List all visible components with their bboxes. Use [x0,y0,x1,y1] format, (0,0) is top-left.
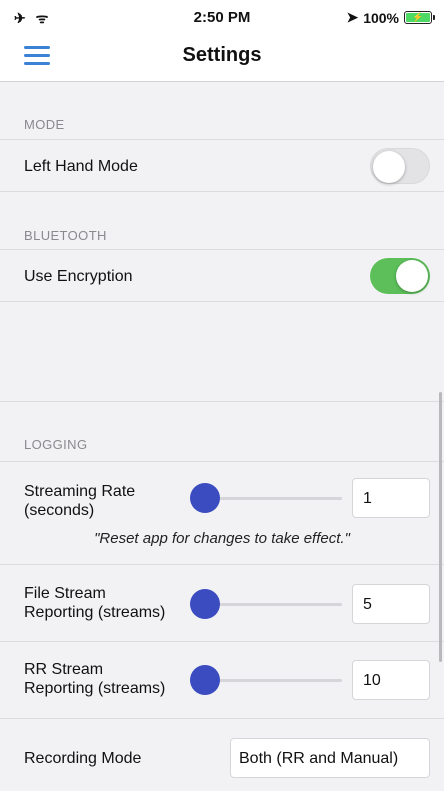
battery-fill: ⚡ [406,13,430,22]
recording-mode-select[interactable]: Both (RR and Manual) [230,738,430,778]
status-bar: ✈ ᯤ 2:50 PM ➤ 100% ⚡ [0,0,444,34]
nav-bar: Settings [0,34,444,82]
row-use-encryption: Use Encryption [0,249,444,301]
row-rr-stream: RR Stream Reporting (streams) 10 [0,641,444,718]
use-encryption-label: Use Encryption [24,268,133,285]
section-header-bluetooth: BLUETOOTH [24,228,107,243]
row-file-stream: File Stream Reporting (streams) 5 [0,564,444,641]
label-line: Reporting (streams) [24,680,166,697]
use-encryption-toggle[interactable] [370,258,430,294]
label-line: Streaming Rate [24,483,136,500]
rr-stream-slider-thumb[interactable] [190,665,220,695]
recording-mode-label: Recording Mode [24,750,142,767]
left-hand-mode-label: Left Hand Mode [24,158,138,175]
location-arrow-icon: ➤ [346,9,359,25]
section-spacer [0,301,444,401]
battery-percent: 100% [363,9,399,26]
section-gap [0,401,444,461]
streaming-rate-label: Streaming Rate (seconds) [24,482,135,520]
rr-stream-label: RR Stream Reporting (streams) [24,660,165,698]
label-line: RR Stream [24,661,104,678]
toggle-knob [396,260,428,292]
row-left-hand-mode: Left Hand Mode [0,139,444,191]
reset-note: "Reset app for changes to take effect." [94,530,350,547]
left-hand-mode-toggle[interactable] [370,148,430,184]
label-line: Reporting (streams) [24,604,166,621]
file-stream-input[interactable]: 5 [352,584,430,624]
battery-icon: ⚡ [404,11,435,24]
section-header-mode: MODE [24,117,65,132]
scroll-indicator[interactable] [439,392,442,662]
row-recording-mode: Recording Mode Both (RR and Manual) [0,718,444,791]
streaming-rate-slider-thumb[interactable] [190,483,220,513]
toggle-knob [373,151,405,183]
label-line: File Stream [24,585,106,602]
settings-content: MODE Left Hand Mode BLUETOOTH Use Encryp… [0,82,444,791]
row-streaming-rate: Streaming Rate (seconds) 1 "Reset app fo… [0,461,444,564]
streaming-rate-input[interactable]: 1 [352,478,430,518]
status-right: ➤ 100% ⚡ [346,9,435,26]
label-line: (seconds) [24,502,95,519]
page-title: Settings [182,44,262,66]
rr-stream-input[interactable]: 10 [352,660,430,700]
section-header-logging: LOGGING [24,437,88,452]
file-stream-label: File Stream Reporting (streams) [24,584,165,622]
file-stream-slider-thumb[interactable] [190,589,220,619]
